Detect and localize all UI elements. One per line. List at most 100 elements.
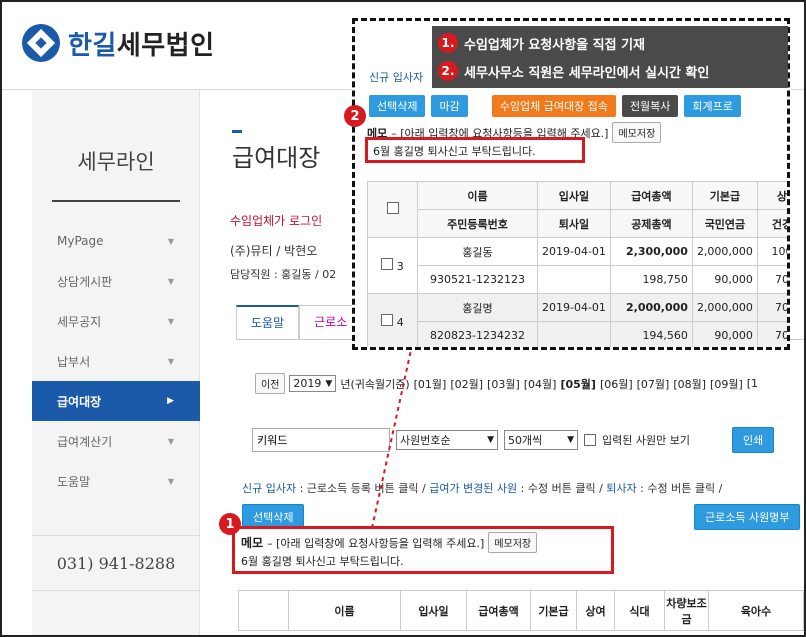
payroll-table-header: 이름 입사일 급여총액 기본급 상여 식대 차량보조금 육아수 xyxy=(238,590,804,631)
zoom-memo-save-button[interactable]: 메모저장 xyxy=(612,122,662,143)
sidebar-item-label: 세무공지 xyxy=(57,314,102,329)
callout-number-2: 2 xyxy=(344,105,366,127)
title-accent xyxy=(232,130,242,133)
table-header: 입사일 xyxy=(400,590,467,631)
table-header: 육아수 xyxy=(708,590,804,631)
month-link[interactable]: [08월] xyxy=(673,376,706,392)
month-link[interactable]: [1 xyxy=(747,377,758,390)
sidebar-item-label: 납부서 xyxy=(57,354,91,369)
notice-new-hire: 신규 입사자 xyxy=(242,482,297,495)
legend-text: 세무사무소 직원은 세무라인에서 실시간 확인 xyxy=(464,65,710,81)
sidebar-item-payment[interactable]: 납부서 ▼ xyxy=(32,341,200,381)
legend-number: 1. xyxy=(438,33,458,53)
table-header: 식대 xyxy=(614,590,665,631)
prev-year-button[interactable]: 이전 xyxy=(255,373,286,394)
select-all-checkbox[interactable] xyxy=(386,202,399,214)
legend-box: 1. 수임업체가 요청사항을 직접 기재 2. 세무사무소 직원은 세무라인에서… xyxy=(432,26,788,88)
month-link[interactable]: [03월] xyxy=(487,376,520,392)
chevron-down-icon: ▼ xyxy=(487,435,494,445)
notice-text: : 수정 버튼 클릭 / xyxy=(517,482,607,495)
pension: 90,000 xyxy=(691,265,758,294)
sidebar-item-payroll[interactable]: 급여대장 ▶ xyxy=(32,381,200,421)
total-deduction: 194,560 xyxy=(609,321,693,347)
chevron-down-icon: ▼ xyxy=(567,435,574,445)
base-pay: 2,000,000 xyxy=(691,237,758,266)
callout-number-1: 1 xyxy=(219,513,241,535)
zoom-close-month-button[interactable]: 마감 xyxy=(431,95,468,117)
month-link[interactable]: [09월] xyxy=(710,376,743,392)
notice-retired: 퇴사자 xyxy=(606,482,637,495)
employee-name: 홍길명 xyxy=(417,293,538,322)
year-select[interactable]: 2019 ▼ xyxy=(289,375,337,392)
only-entered-checkbox[interactable] xyxy=(584,434,596,446)
sort-select-value: 사원번호순 xyxy=(400,434,451,447)
memo-label: 메모 xyxy=(241,536,264,550)
legend-item-2: 2. 세무사무소 직원은 세무라인에서 실시간 확인 xyxy=(438,61,709,81)
login-notice: 수임업체가 로그인 xyxy=(230,214,323,228)
zoom-payroll-table: 이름 입사일 급여총액 기본급 상 주민등록번호 퇴사일 공제총액 국민연금 건… xyxy=(367,181,787,347)
table-header: 주민등록번호 xyxy=(417,209,538,238)
month-link[interactable]: [02월] xyxy=(450,376,483,392)
table-row[interactable]: 4 홍길명 2019-04-01 2,000,000 2,000,000 70 xyxy=(367,293,787,347)
table-header: 입사일 xyxy=(537,181,611,210)
employee-list-button[interactable]: 근로소득 사원명부 xyxy=(694,504,801,530)
table-row[interactable]: 3 홍길동 2019-04-01 2,300,000 2,000,000 100 xyxy=(367,237,787,294)
sidebar-menu: MyPage ▼ 상담게시판 ▼ 세무공지 ▼ 납부서 ▼ 급여대장 ▶ 급여계산기 ▼ 도… xyxy=(32,221,200,501)
only-entered-label: 입력된 사원만 보기 xyxy=(602,434,690,447)
table-header: 상 xyxy=(756,181,787,210)
sidebar-item-label: 급여대장 xyxy=(57,394,102,409)
contact-phone: 031) 941-8288 xyxy=(32,535,200,591)
notice-text: : 근로소득 등록 버튼 클릭 / xyxy=(296,482,430,495)
month-link-current[interactable]: [05월] xyxy=(560,376,595,392)
memo-textarea[interactable]: 6월 홍길명 퇴사신고 부탁드립니다. xyxy=(241,553,404,569)
table-header: 퇴사일 xyxy=(537,209,611,238)
memo-save-button[interactable]: 메모저장 xyxy=(488,532,538,553)
extra-cell: 70 xyxy=(756,293,787,322)
sidebar-item-label: 상담게시판 xyxy=(57,274,113,289)
notice-text: : 수정 버튼 클릭 / xyxy=(636,482,723,495)
table-header: 상여 xyxy=(576,590,615,631)
logo-text-blue: 한길 xyxy=(68,30,117,61)
month-link[interactable]: [07월] xyxy=(637,376,670,392)
memo-section: 메모 – [아래 입력창에 요청사항등을 입력해 주세요.] 메모저장 6월 홍… xyxy=(232,526,614,574)
month-link[interactable]: [01월] xyxy=(414,376,447,392)
sidebar-divider xyxy=(52,200,180,202)
logo-icon xyxy=(22,24,60,62)
table-header: 이름 xyxy=(417,181,538,210)
memo-header: 메모 – [아래 입력창에 요청사항등을 입력해 주세요.] 메모저장 xyxy=(241,532,538,553)
filter-row: 사원번호순 ▼ 50개씩 ▼ 입력된 사원만 보기 인쇄 xyxy=(252,427,775,453)
row-checkbox[interactable] xyxy=(381,314,394,326)
zoom-copy-prev-month-button[interactable]: 전월복사 xyxy=(621,95,679,117)
table-row[interactable]: 930521-1232123 198,750 90,000 70 xyxy=(368,265,787,294)
month-link[interactable]: [06월] xyxy=(600,376,633,392)
tab-help[interactable]: 도움말 xyxy=(236,305,300,339)
per-page-select[interactable]: 50개씩 ▼ xyxy=(504,430,578,450)
sidebar-item-notice[interactable]: 세무공지 ▼ xyxy=(32,301,200,341)
sidebar-item-help[interactable]: 도움말 ▼ xyxy=(32,461,200,501)
keyword-input[interactable] xyxy=(252,428,390,452)
resident-id: 820823-1234232 xyxy=(417,321,538,347)
zoom-button-row: 선택삭제 마감 수임업체 급여대장 접속 전월복사 회계프로 xyxy=(369,95,741,117)
table-header: 기본급 xyxy=(691,181,758,210)
zoom-delete-selected-button[interactable]: 선택삭제 xyxy=(369,95,426,117)
sort-select[interactable]: 사원번호순 ▼ xyxy=(396,430,498,450)
year-suffix: 년(귀속월기준) xyxy=(340,377,410,391)
zoom-client-payroll-button[interactable]: 수임업체 급여대장 접속 xyxy=(491,95,616,117)
print-button[interactable]: 인쇄 xyxy=(731,427,775,453)
sidebar-item-label: 급여계산기 xyxy=(57,434,113,449)
zoom-memo-textarea[interactable]: 6월 홍길명 퇴사신고 부탁드립니다. xyxy=(373,143,536,159)
site-logo[interactable]: 한길세무법인 xyxy=(22,24,215,62)
company-info: (주)뮤티 / 박현오 xyxy=(230,244,318,258)
table-row[interactable]: 820823-1234232 194,560 90,000 70 xyxy=(368,321,787,347)
month-link[interactable]: [04월] xyxy=(524,376,557,392)
year-select-value: 2019 xyxy=(293,377,322,390)
legend-number: 2. xyxy=(438,61,458,81)
logo-text: 한길세무법인 xyxy=(68,25,215,62)
zoom-accounting-button[interactable]: 회계프로 xyxy=(684,95,741,117)
sidebar-item-mypage[interactable]: MyPage ▼ xyxy=(32,221,200,261)
employee-name: 홍길동 xyxy=(417,237,538,266)
zoom-new-hire-text: 신규 입사자 xyxy=(369,71,424,84)
sidebar-item-calculator[interactable]: 급여계산기 ▼ xyxy=(32,421,200,461)
sidebar-item-consult[interactable]: 상담게시판 ▼ xyxy=(32,261,200,301)
row-checkbox[interactable] xyxy=(381,258,394,270)
